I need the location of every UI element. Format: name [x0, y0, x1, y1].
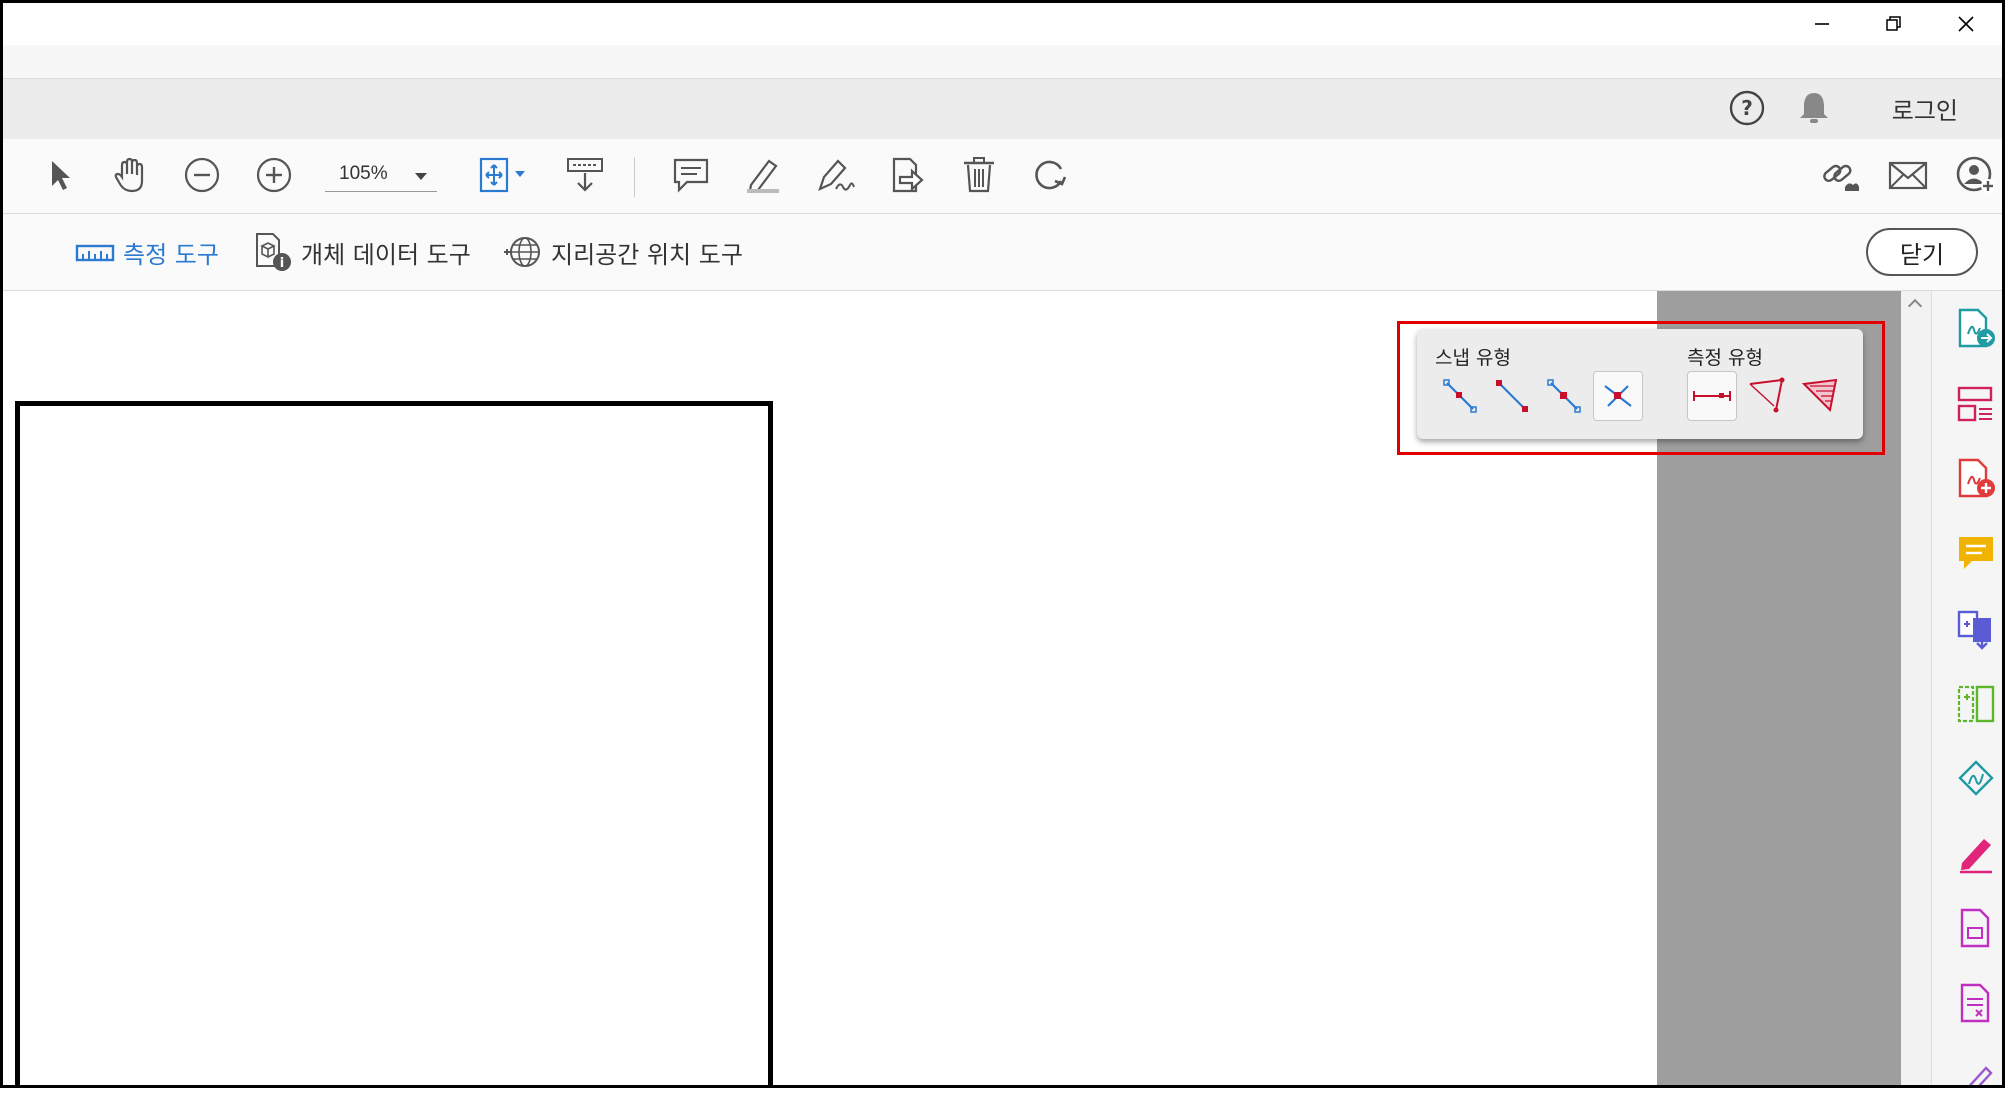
vertical-scrollbar[interactable] [1901, 291, 1931, 1085]
object-data-icon: i [256, 233, 291, 271]
document-icon [1960, 908, 1990, 948]
close-tools-button[interactable]: 닫기 [1866, 228, 1978, 276]
scroll-up-icon[interactable] [1907, 298, 1923, 314]
globe-icon [504, 237, 540, 267]
tab-strip [3, 45, 2002, 78]
scroll-mode-button[interactable] [563, 153, 607, 197]
add-user-button[interactable] [1954, 153, 1998, 197]
share-link-button[interactable] [1818, 153, 1862, 197]
form-icon [1960, 983, 1990, 1023]
edit-tool[interactable] [1954, 1057, 1998, 1085]
ruler-icon [75, 244, 115, 262]
export-pdf-icon [1958, 308, 1995, 348]
sign-icon [818, 159, 855, 192]
comment-icon [1959, 537, 1993, 569]
rotate-icon [1035, 160, 1067, 190]
select-tool-button[interactable] [37, 153, 81, 197]
geospatial-tool[interactable]: 지리공간 위치 도구 [503, 234, 743, 270]
fit-page-button[interactable] [473, 153, 533, 197]
geospatial-tool-label: 지리공간 위치 도구 [551, 240, 743, 269]
delete-icon [964, 157, 994, 193]
hand-tool-button[interactable] [108, 153, 152, 197]
fill-sign-icon [1960, 839, 1992, 874]
protect-tool[interactable] [1954, 757, 1998, 801]
zoom-out-button[interactable] [180, 153, 224, 197]
svg-text:?: ? [1741, 96, 1753, 120]
select-arrow-icon [52, 161, 70, 190]
right-tools-pane [1931, 291, 2002, 1085]
combine-files-icon [1957, 610, 1991, 650]
svg-text:i: i [280, 256, 284, 271]
minimize-button[interactable] [1786, 3, 1858, 45]
menu-bar: ? 로그인 [3, 78, 2002, 140]
export-pdf-tool[interactable] [1954, 307, 1998, 351]
email-button[interactable] [1886, 153, 1930, 197]
document-tool[interactable] [1954, 907, 1998, 951]
organize-pages-icon [1957, 386, 1993, 422]
email-icon [1888, 161, 1928, 190]
measure-tool-label: 측정 도구 [123, 240, 219, 269]
object-data-tool-label: 개체 데이터 도구 [301, 240, 471, 269]
compare-files-icon [1957, 685, 1995, 723]
help-button[interactable]: ? [1728, 89, 1766, 131]
share-button[interactable] [885, 153, 929, 197]
share-icon [892, 157, 924, 193]
measure-tool[interactable]: 측정 도구 [75, 234, 219, 270]
compare-files-tool[interactable] [1954, 682, 1998, 726]
close-icon [1958, 16, 1974, 32]
zoom-dropdown[interactable]: 105% [325, 161, 437, 192]
notifications-button[interactable] [1796, 89, 1832, 131]
toolbar-separator [634, 157, 635, 197]
chevron-down-icon [415, 173, 427, 180]
edit-icon [1968, 1066, 1993, 1085]
zoom-in-icon [256, 157, 292, 193]
restore-button[interactable] [1858, 3, 1930, 45]
zoom-value: 105% [339, 163, 388, 184]
comment-button[interactable] [669, 153, 713, 197]
highlight-pen-icon [747, 159, 779, 193]
add-user-icon [1956, 156, 1995, 193]
zoom-in-button[interactable] [252, 153, 296, 197]
bell-icon [1800, 93, 1828, 123]
object-data-tool[interactable]: i 개체 데이터 도구 [253, 233, 471, 271]
form-tool[interactable] [1954, 982, 1998, 1026]
combine-files-tool[interactable] [1954, 607, 1998, 651]
organize-pages-tool[interactable] [1954, 382, 1998, 426]
scroll-mode-icon [567, 158, 603, 192]
document-page[interactable] [15, 401, 773, 1085]
help-circle-icon: ? [1729, 90, 1765, 126]
restore-icon [1886, 16, 1901, 31]
minimize-icon [1815, 23, 1829, 25]
fill-sign-tool[interactable] [1954, 832, 1998, 876]
title-bar [3, 3, 2002, 45]
comment-tool[interactable] [1954, 532, 1998, 576]
login-link[interactable]: 로그인 [1892, 91, 1958, 126]
annotation-highlight-box [1397, 321, 1885, 455]
fit-page-icon [479, 157, 525, 193]
hand-icon [114, 157, 144, 193]
rotate-button[interactable] [1029, 153, 1073, 197]
protect-icon [1958, 760, 1994, 796]
delete-button[interactable] [957, 153, 1001, 197]
app-window: ? 로그인 105% 측정 도구 i 개체 데이터 도구 지리공간 위치 도구 … [0, 0, 2005, 1088]
main-toolbar: 105% [3, 139, 2002, 214]
create-pdf-tool[interactable] [1954, 457, 1998, 501]
zoom-out-icon [184, 157, 220, 193]
highlight-button[interactable] [741, 153, 785, 197]
comment-icon [673, 158, 709, 193]
sign-button[interactable] [813, 153, 857, 197]
close-window-button[interactable] [1930, 3, 2002, 45]
create-pdf-icon [1958, 458, 1995, 498]
link-icon [1823, 164, 1859, 191]
tools-subbar: 측정 도구 i 개체 데이터 도구 지리공간 위치 도구 닫기 [3, 214, 2002, 291]
